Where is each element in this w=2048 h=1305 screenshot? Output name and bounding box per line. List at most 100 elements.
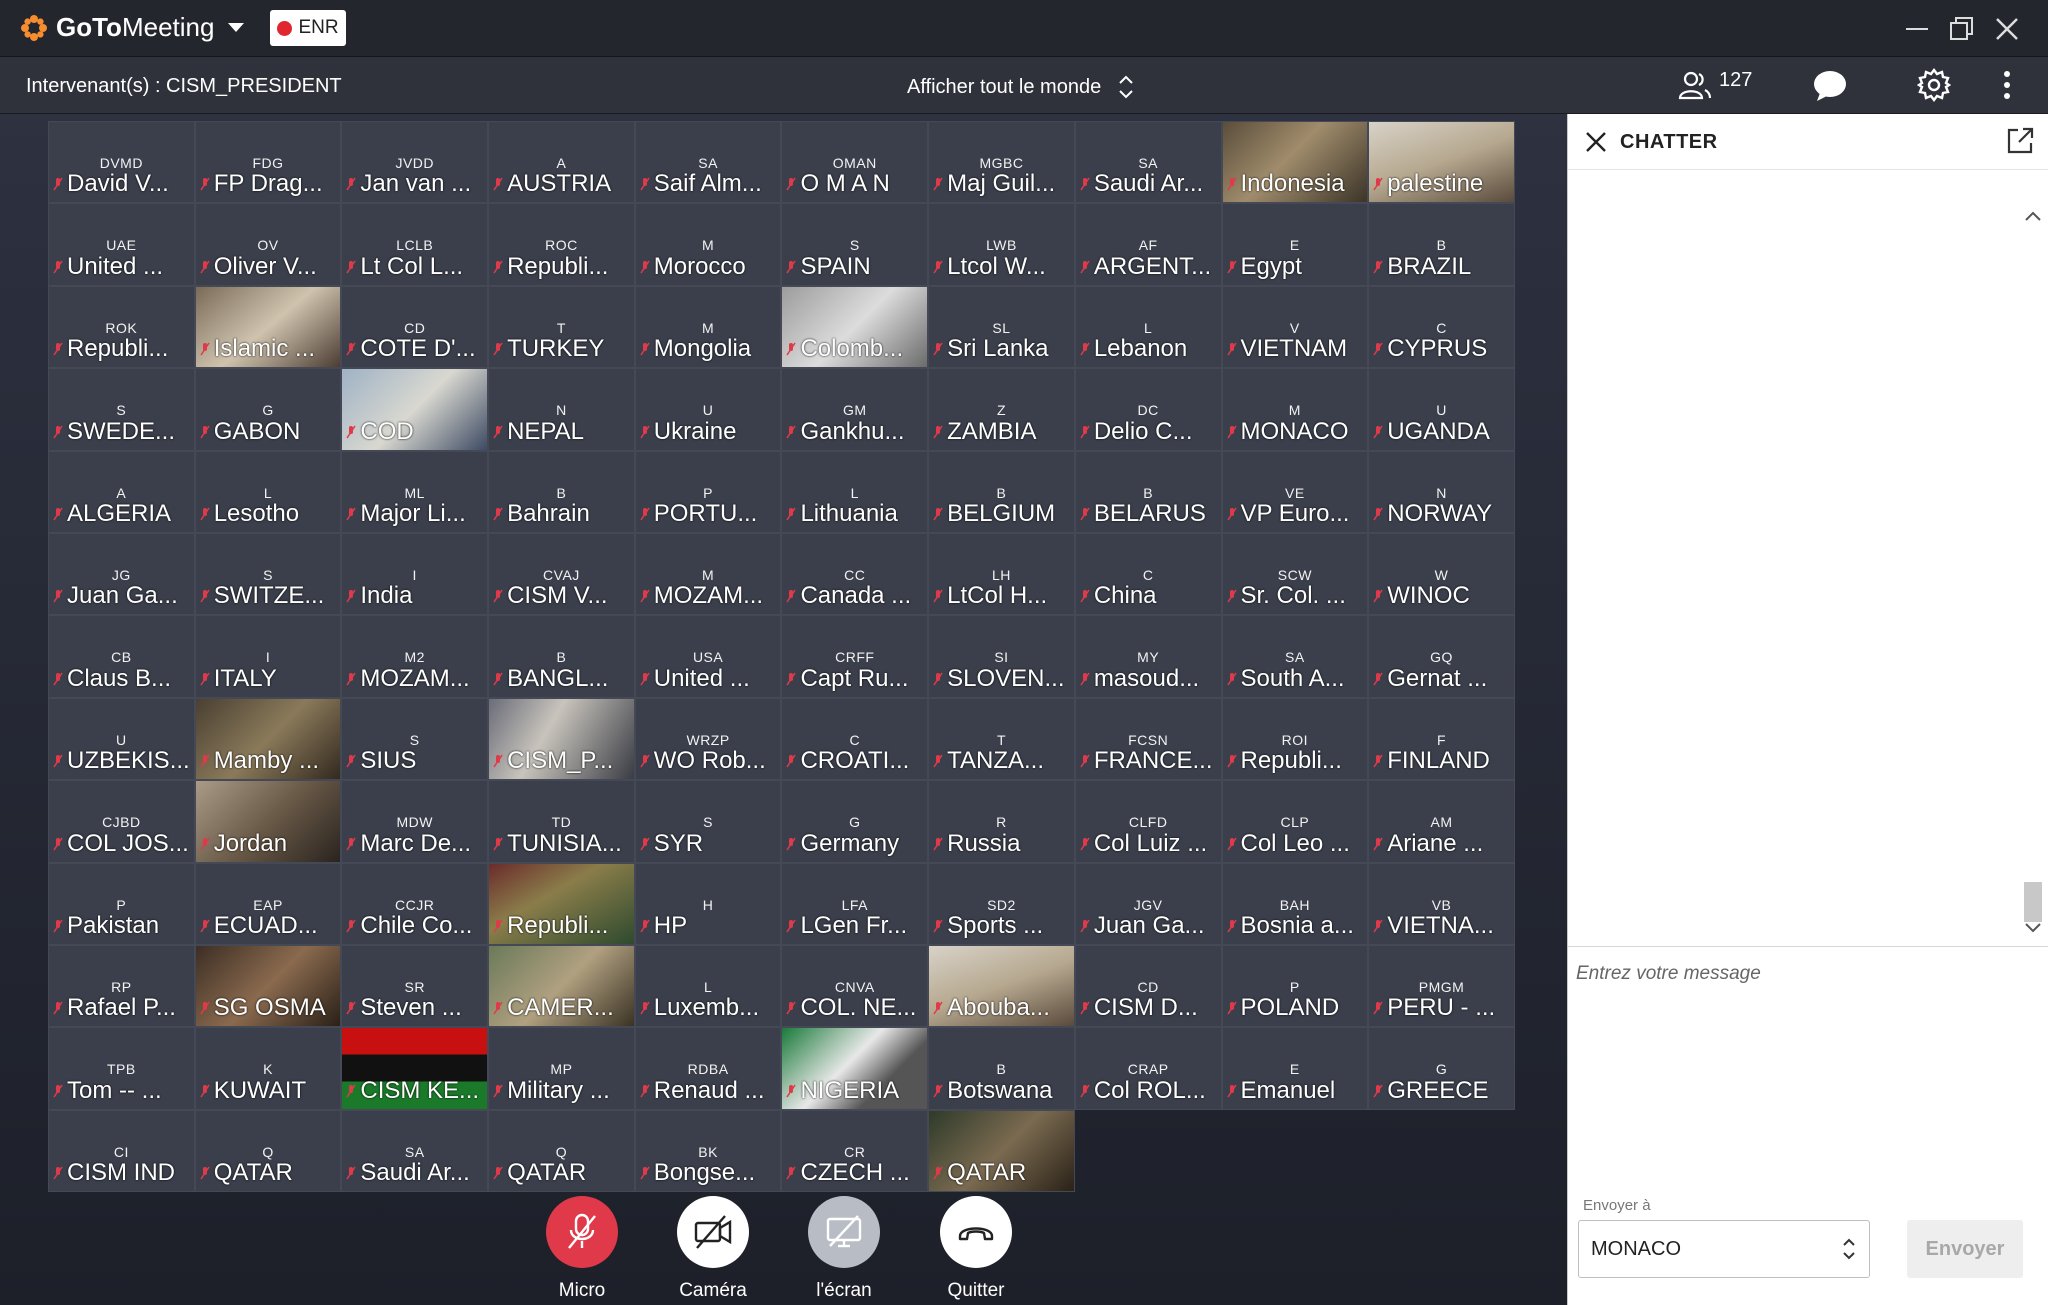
participant-tile[interactable]: SCW Sr. Col. ... <box>1221 532 1369 616</box>
participant-tile[interactable]: N NORWAY <box>1368 450 1515 533</box>
participant-tile[interactable]: I ITALY <box>194 615 342 698</box>
participant-tile[interactable]: B Bahrain <box>488 450 635 533</box>
participant-tile[interactable]: Mamby ... <box>194 697 342 781</box>
participant-tile[interactable]: JVDD Jan van ... <box>341 121 489 204</box>
participant-tile[interactable]: UAE United ... <box>48 203 195 286</box>
participant-tile[interactable]: CCJR Chile Co... <box>341 862 489 945</box>
more-vertical-icon[interactable] <box>2000 70 2014 100</box>
participant-tile[interactable]: BK Bongse... <box>634 1109 782 1193</box>
participant-tile[interactable]: AF ARGENT... <box>1074 203 1222 286</box>
participant-tile[interactable]: CRFF Capt Ru... <box>781 615 929 698</box>
participant-tile[interactable]: CAMER... <box>488 944 635 1028</box>
participant-tile[interactable]: GQ Gernat ... <box>1368 615 1515 698</box>
participant-tile[interactable]: SD2 Sports ... <box>928 862 1075 945</box>
participant-tile[interactable]: SI SLOVEN... <box>928 615 1075 698</box>
participant-tile[interactable]: RDBA Renaud ... <box>634 1027 782 1110</box>
participant-tile[interactable]: CJBD COL JOS... <box>48 780 195 863</box>
participant-tile[interactable]: S SYR <box>634 780 782 863</box>
participant-tile[interactable]: B BELGIUM <box>928 450 1075 533</box>
participant-tile[interactable]: CD COTE D'... <box>341 285 489 369</box>
participant-tile[interactable]: OV Oliver V... <box>194 203 342 286</box>
participant-tile[interactable]: A ALGERIA <box>48 450 195 533</box>
participant-tile[interactable]: S SWITZE... <box>194 532 342 616</box>
participant-tile[interactable]: C CROATI... <box>781 697 929 781</box>
participant-tile[interactable]: A AUSTRIA <box>488 121 635 204</box>
participant-tile[interactable]: FDG FP Drag... <box>194 121 342 204</box>
participant-tile[interactable]: SA South A... <box>1221 615 1369 698</box>
participant-tile[interactable]: CB Claus B... <box>48 615 195 698</box>
participant-tile[interactable]: P Pakistan <box>48 862 195 945</box>
participant-tile[interactable]: JGV Juan Ga... <box>1074 862 1222 945</box>
participant-tile[interactable]: R Russia <box>928 780 1075 863</box>
participant-tile[interactable]: DVMD David V... <box>48 121 195 204</box>
participant-tile[interactable]: MY masoud... <box>1074 615 1222 698</box>
participant-tile[interactable]: M Morocco <box>634 203 782 286</box>
participant-tile[interactable]: Abouba... <box>928 944 1075 1028</box>
participant-tile[interactable]: CISM KE... <box>341 1027 489 1110</box>
participant-tile[interactable]: CLP Col Leo ... <box>1221 780 1369 863</box>
scroll-up-icon[interactable] <box>2020 206 2046 226</box>
participant-tile[interactable]: SA Saif Alm... <box>634 121 782 204</box>
participant-tile[interactable]: CISM_P... <box>488 697 635 781</box>
participant-tile[interactable]: Jordan <box>194 780 342 863</box>
participant-tile[interactable]: EAP ECUAD... <box>194 862 342 945</box>
participant-tile[interactable]: BAH Bosnia a... <box>1221 862 1369 945</box>
participant-tile[interactable]: W WINOC <box>1368 532 1515 616</box>
participant-tile[interactable]: F FINLAND <box>1368 697 1515 781</box>
camera-button-circle[interactable] <box>677 1196 749 1268</box>
participant-tile[interactable]: M MONACO <box>1221 368 1369 451</box>
participant-tile[interactable]: NIGERIA <box>781 1027 929 1110</box>
scroll-down-icon[interactable] <box>2020 918 2046 938</box>
participant-tile[interactable]: Islamic ... <box>194 285 342 369</box>
participant-tile[interactable]: VE VP Euro... <box>1221 450 1369 533</box>
participant-tile[interactable]: CR CZECH ... <box>781 1109 929 1193</box>
participant-tile[interactable]: CD CISM D... <box>1074 944 1222 1028</box>
close-window-icon[interactable] <box>1992 14 2022 44</box>
microphone-button[interactable]: Micro <box>532 1196 632 1302</box>
participant-tile[interactable]: B Botswana <box>928 1027 1075 1110</box>
participant-tile[interactable]: Indonesia <box>1221 121 1369 204</box>
participant-tile[interactable]: C CYPRUS <box>1368 285 1515 369</box>
microphone-button-circle[interactable] <box>546 1196 618 1268</box>
participant-tile[interactable]: I India <box>341 532 489 616</box>
participant-tile[interactable]: B BRAZIL <box>1368 203 1515 286</box>
participant-tile[interactable]: Republi... <box>488 862 635 945</box>
participant-tile[interactable]: LH LtCol H... <box>928 532 1075 616</box>
leave-button[interactable]: Quitter <box>926 1196 1026 1302</box>
participant-tile[interactable]: L Luxemb... <box>634 944 782 1028</box>
participant-tile[interactable]: C China <box>1074 532 1222 616</box>
participant-tile[interactable]: ROI Republi... <box>1221 697 1369 781</box>
participant-tile[interactable]: CVAJ CISM V... <box>488 532 635 616</box>
participant-tile[interactable]: S SIUS <box>341 697 489 781</box>
participant-tile[interactable]: FCSN FRANCE... <box>1074 697 1222 781</box>
participant-tile[interactable]: TD TUNISIA... <box>488 780 635 863</box>
participant-tile[interactable]: V VIETNAM <box>1221 285 1369 369</box>
participant-tile[interactable]: N NEPAL <box>488 368 635 451</box>
message-input[interactable]: Entrez votre message <box>1568 946 2048 1186</box>
recording-badge[interactable]: ENR <box>270 10 346 46</box>
screen-share-button[interactable]: l'écran <box>794 1196 894 1302</box>
participant-tile[interactable]: T TANZA... <box>928 697 1075 781</box>
minimize-icon[interactable] <box>1902 14 1932 44</box>
screen-share-button-circle[interactable] <box>808 1196 880 1268</box>
participant-tile[interactable]: LFA LGen Fr... <box>781 862 929 945</box>
participant-tile[interactable]: Q QATAR <box>194 1109 342 1193</box>
participant-tile[interactable]: MGBC Maj Guil... <box>928 121 1075 204</box>
participant-tile[interactable]: CRAP Col ROL... <box>1074 1027 1222 1110</box>
participants-button[interactable]: 127 <box>1677 69 1752 101</box>
participant-tile[interactable]: CI CISM IND <box>48 1109 195 1193</box>
participant-tile[interactable]: M2 MOZAM... <box>341 615 489 698</box>
participant-tile[interactable]: QATAR <box>928 1109 1075 1193</box>
participant-tile[interactable]: S SWEDE... <box>48 368 195 451</box>
participant-tile[interactable]: L Lithuania <box>781 450 929 533</box>
participant-tile[interactable]: SR Steven ... <box>341 944 489 1028</box>
participant-tile[interactable]: SA Saudi Ar... <box>1074 121 1222 204</box>
participant-tile[interactable]: DC Delio C... <box>1074 368 1222 451</box>
participant-tile[interactable]: S SPAIN <box>781 203 929 286</box>
participant-tile[interactable]: COD <box>341 368 489 451</box>
participant-tile[interactable]: E Emanuel <box>1221 1027 1369 1110</box>
gear-icon[interactable] <box>1917 68 1951 102</box>
participant-tile[interactable]: JG Juan Ga... <box>48 532 195 616</box>
participant-tile[interactable]: RP Rafael P... <box>48 944 195 1028</box>
participant-tile[interactable]: U UZBEKIS... <box>48 697 195 781</box>
